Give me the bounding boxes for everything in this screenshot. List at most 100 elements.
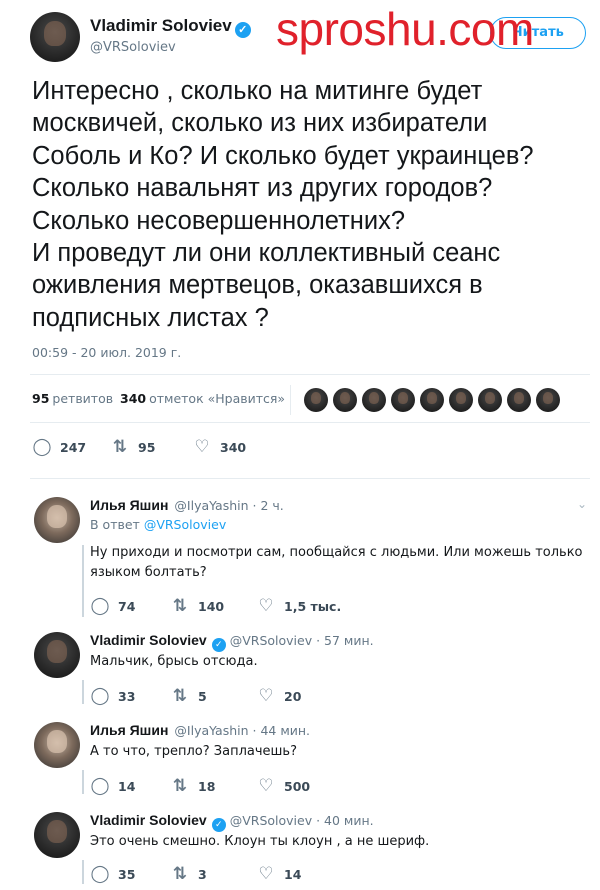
reply-author[interactable]: Vladimir Soloviev: [90, 632, 207, 648]
reply-actions: ◯ 35 ⇅ 3 ♡ 14: [90, 864, 410, 884]
retweet-stat[interactable]: 95 ретвитов: [32, 391, 113, 406]
author-name-row[interactable]: Vladimir Soloviev ✓: [90, 16, 251, 38]
reply-actions: ◯ 74 ⇅ 140 ♡ 1,5 тыс.: [90, 596, 410, 616]
liker-avatar[interactable]: [420, 388, 444, 412]
retweet-icon: ⇅: [172, 686, 188, 706]
reply-avatar[interactable]: [34, 497, 80, 543]
verified-badge-icon: ✓: [234, 22, 251, 38]
retweet-count: 18: [198, 778, 216, 794]
retweet-icon: ⇅: [172, 776, 188, 796]
in-reply-prefix: В ответ: [90, 517, 140, 532]
tweet-text: Интересно , сколько на митинге будет мос…: [32, 77, 534, 332]
reply-button[interactable]: ◯ 35: [90, 864, 135, 884]
like-button[interactable]: ♡ 340: [192, 437, 246, 457]
reply-count: 35: [118, 866, 136, 882]
like-count: 1,5 тыс.: [284, 598, 342, 614]
reply-icon: ◯: [90, 864, 110, 884]
reply-avatar[interactable]: [34, 812, 80, 858]
liker-avatar[interactable]: [304, 388, 328, 412]
liker-avatar[interactable]: [391, 388, 415, 412]
liker-avatar[interactable]: [362, 388, 386, 412]
liker-avatar[interactable]: [536, 388, 560, 412]
reply-avatar[interactable]: [34, 722, 80, 768]
divider: [30, 374, 590, 375]
reply-handle[interactable]: @VRSoloviev · 57 мин.: [230, 633, 374, 648]
thread-line: [82, 680, 84, 704]
retweet-button[interactable]: ⇅ 140: [170, 596, 224, 616]
reply-text: Мальчик, брысь отсюда.: [90, 654, 258, 669]
retweet-button[interactable]: ⇅ 18: [170, 776, 216, 796]
liker-avatar[interactable]: [478, 388, 502, 412]
in-reply-to: В ответ @VRSoloviev: [90, 517, 226, 532]
heart-icon: ♡: [258, 686, 274, 706]
reply-tweet[interactable]: Илья Яшин @IlyaYashin · 44 мин. А то что…: [30, 722, 595, 796]
thread-line: [82, 860, 84, 884]
reply-button[interactable]: ◯ 33: [90, 686, 135, 706]
author-avatar[interactable]: [30, 12, 80, 62]
reply-author[interactable]: Илья Яшин: [90, 497, 168, 513]
reply-count: 33: [118, 688, 136, 704]
heart-icon: ♡: [194, 437, 210, 457]
reply-tweet[interactable]: Vladimir Soloviev ✓ @VRSoloviev · 40 мин. …: [30, 812, 595, 884]
like-stat[interactable]: 340 отметок «Нравится»: [120, 391, 285, 406]
reply-icon: ◯: [32, 437, 52, 457]
retweet-count: 95: [138, 439, 156, 455]
liker-avatar[interactable]: [507, 388, 531, 412]
retweet-button[interactable]: ⇅ 95: [110, 437, 156, 457]
reply-handle[interactable]: @IlyaYashin · 44 мин.: [174, 723, 310, 738]
reply-avatar[interactable]: [34, 632, 80, 678]
reply-actions: ◯ 33 ⇅ 5 ♡ 20: [90, 686, 410, 706]
author-handle[interactable]: @VRSoloviev: [90, 40, 176, 55]
in-reply-link[interactable]: @VRSoloviev: [144, 517, 226, 532]
divider: [30, 478, 590, 479]
heart-icon: ♡: [258, 596, 274, 616]
tweet-timestamp[interactable]: 00:59 - 20 июл. 2019 г.: [32, 345, 181, 360]
like-button[interactable]: ♡ 20: [256, 686, 301, 706]
liker-avatar[interactable]: [449, 388, 473, 412]
retweet-count: 3: [198, 866, 207, 882]
reply-meta: Илья Яшин @IlyaYashin · 2 ч.: [90, 497, 284, 513]
author-name[interactable]: Vladimir Soloviev: [90, 16, 232, 35]
reply-button[interactable]: ◯ 247: [32, 437, 86, 457]
retweet-count: 140: [198, 598, 225, 614]
liker-avatar[interactable]: [333, 388, 357, 412]
heart-icon: ♡: [258, 776, 274, 796]
reply-text: Ну приходи и посмотри сам, пообщайся с л…: [90, 545, 583, 580]
reply-text: А то что, трепло? Заплачешь?: [90, 744, 297, 759]
reply-button[interactable]: ◯ 14: [90, 776, 135, 796]
divider: [30, 422, 590, 423]
retweet-count: 5: [198, 688, 207, 704]
reply-handle[interactable]: @IlyaYashin · 2 ч.: [174, 498, 283, 513]
verified-badge-icon: ✓: [211, 638, 226, 652]
thread-line: [82, 770, 84, 794]
like-count: 20: [284, 688, 302, 704]
retweet-button[interactable]: ⇅ 3: [170, 864, 207, 884]
heart-icon: ♡: [258, 864, 274, 884]
reply-tweet[interactable]: Илья Яшин @IlyaYashin · 2 ч. ⌄ В ответ @…: [30, 497, 595, 617]
like-button[interactable]: ♡ 14: [256, 864, 301, 884]
like-count: 500: [284, 778, 311, 794]
reply-handle[interactable]: @VRSoloviev · 40 мин.: [230, 813, 374, 828]
chevron-down-icon[interactable]: ⌄: [577, 497, 587, 511]
reply-icon: ◯: [90, 686, 110, 706]
like-button[interactable]: ♡ 1,5 тыс.: [256, 596, 341, 616]
reply-text: Это очень смешно. Клоун ты клоун , а не …: [90, 834, 430, 849]
reply-count: 14: [118, 778, 136, 794]
verified-badge-icon: ✓: [211, 818, 226, 832]
reply-button[interactable]: ◯ 74: [90, 596, 135, 616]
retweet-stat-label: ретвитов: [52, 391, 114, 406]
thread-line: [82, 545, 84, 617]
like-button[interactable]: ♡ 500: [256, 776, 310, 796]
retweet-button[interactable]: ⇅ 5: [170, 686, 207, 706]
like-stat-count: 340: [120, 391, 147, 406]
tweet-actions: ◯ 247 ⇅ 95 ♡ 340: [32, 437, 432, 457]
watermark-text: sproshu.com: [276, 3, 534, 55]
stats-separator: [290, 385, 291, 415]
reply-author[interactable]: Vladimir Soloviev: [90, 812, 207, 828]
reply-meta: Илья Яшин @IlyaYashin · 44 мин.: [90, 722, 310, 738]
tweet-stats: 95 ретвитов 340 отметок «Нравится»: [32, 385, 592, 415]
reply-author[interactable]: Илья Яшин: [90, 722, 168, 738]
reply-tweet[interactable]: Vladimir Soloviev ✓ @VRSoloviev · 57 мин. …: [30, 632, 595, 706]
reply-icon: ◯: [90, 596, 110, 616]
reply-meta: Vladimir Soloviev ✓ @VRSoloviev · 40 мин.: [90, 812, 374, 832]
